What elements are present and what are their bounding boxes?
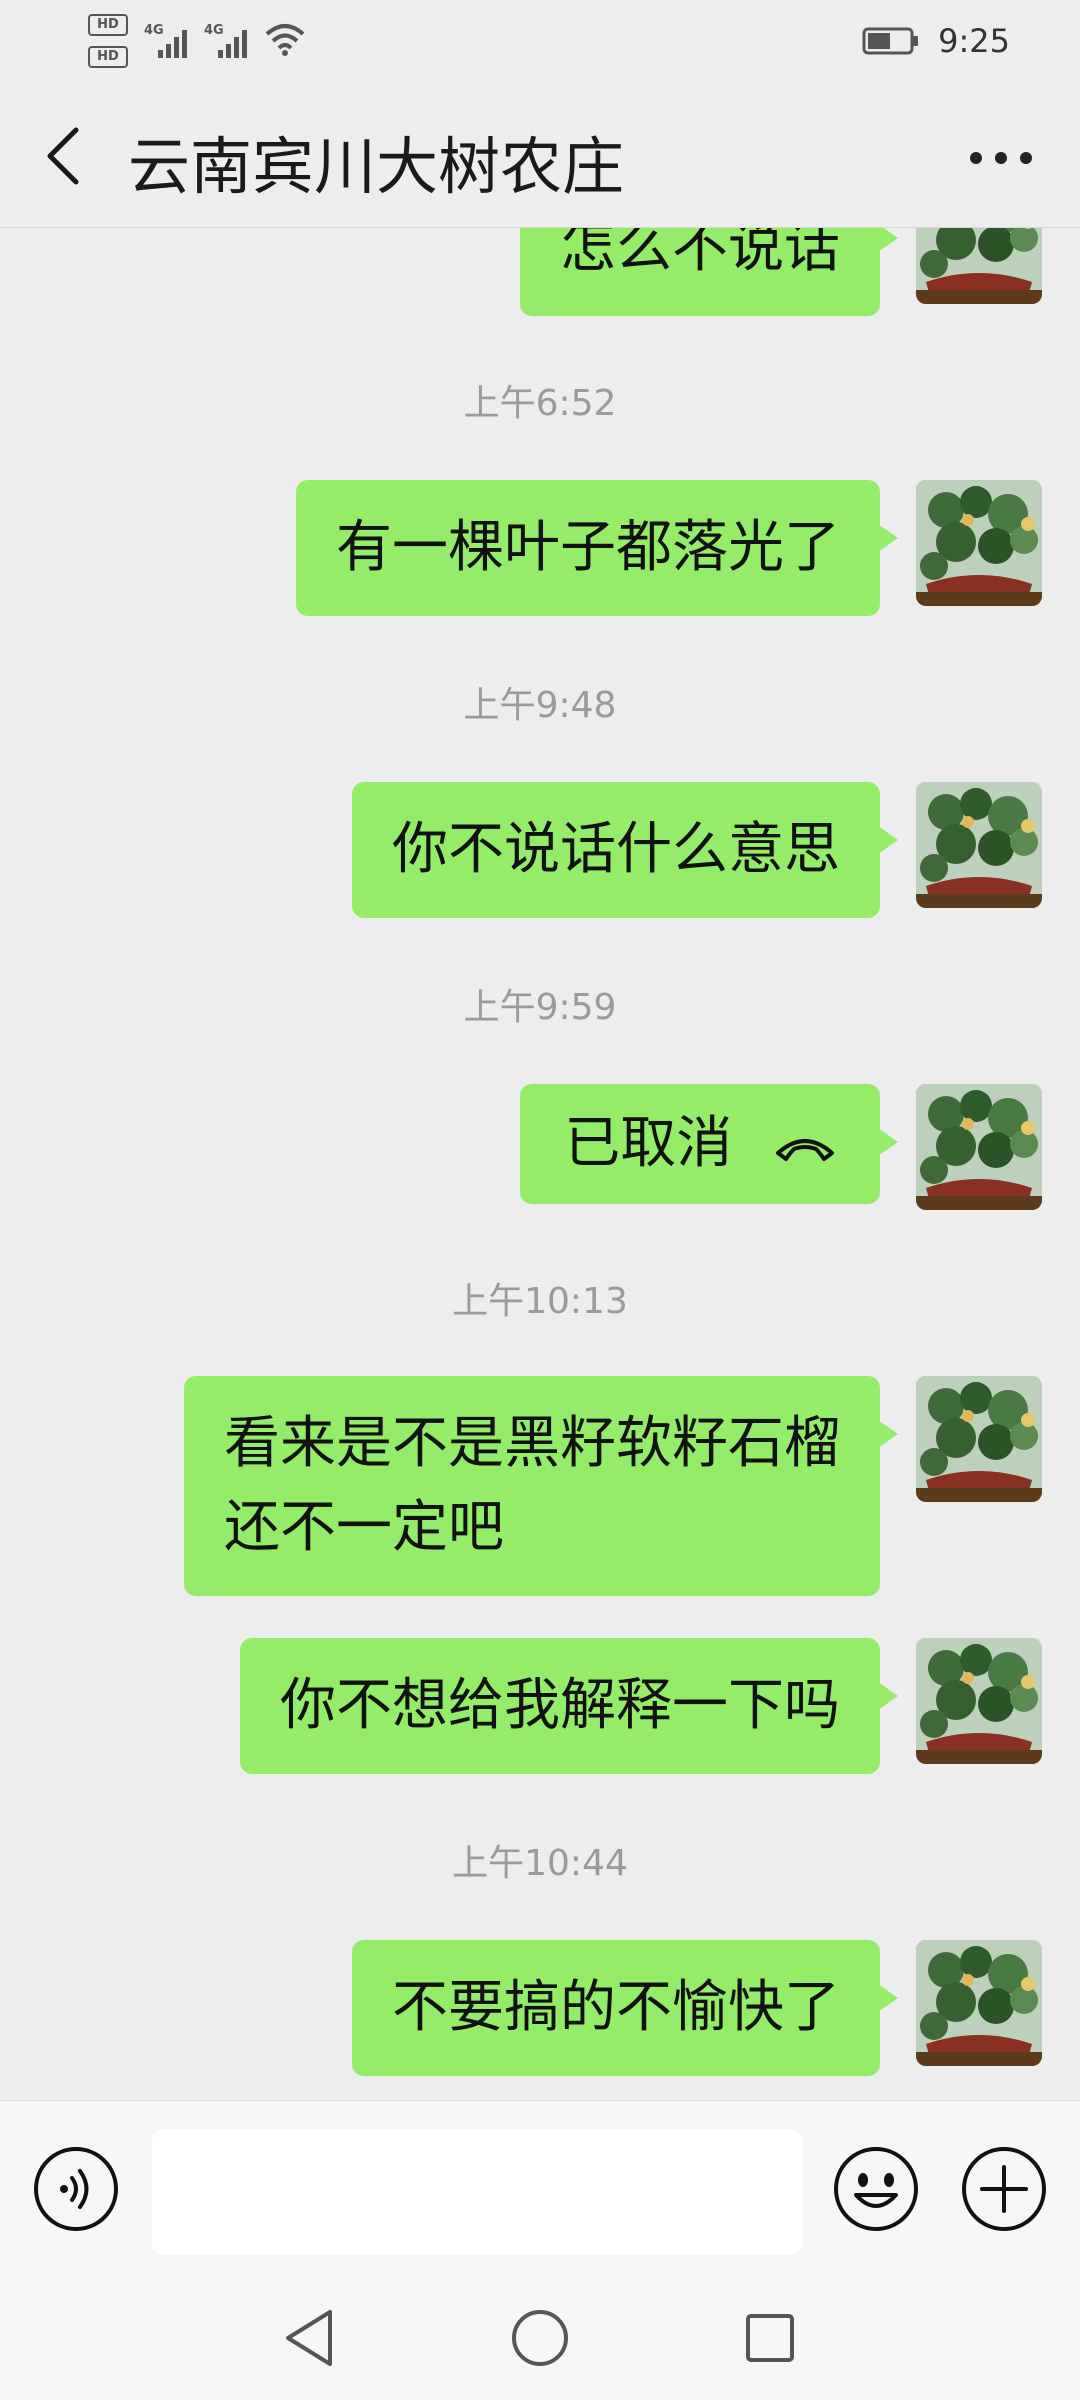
- message-text: 有一棵叶子都落光了: [336, 515, 840, 580]
- nav-back-icon[interactable]: [280, 2306, 340, 2370]
- sim2-net-label: 4G: [204, 23, 224, 38]
- message-bubble[interactable]: 你不说话什么意思: [352, 782, 898, 918]
- more-dots-icon: [1020, 152, 1032, 164]
- app-root: HD HD 4G 4G 9:25 云南宾川大树农庄 怎么不说话 上午6:52 有…: [0, 0, 1080, 2400]
- chat-header: 云南宾川大树农庄: [0, 78, 1080, 228]
- chat-messages[interactable]: 怎么不说话 上午6:52 有一棵叶子都落光了 上午9:48 你不说话什么意思 上…: [0, 228, 1080, 2100]
- chat-title: 云南宾川大树农庄: [128, 130, 625, 203]
- timestamp: 上午9:48: [463, 685, 617, 726]
- avatar-image: [916, 228, 1042, 304]
- timestamp: 上午10:13: [452, 1281, 628, 1322]
- avatar-image: [916, 1084, 1042, 1210]
- emoji-icon: [834, 2147, 918, 2231]
- call-bubble[interactable]: 已取消: [520, 1084, 898, 1204]
- voice-icon: [34, 2147, 118, 2231]
- plus-icon: [962, 2147, 1046, 2231]
- signal-icon: 4G: [204, 23, 247, 58]
- timestamp: 上午9:59: [463, 987, 617, 1028]
- avatar[interactable]: [916, 1376, 1042, 1502]
- status-time: 9:25: [938, 22, 1010, 60]
- message-text: 看来是不是黑籽软籽石榴 还不一定吧: [224, 1411, 840, 1560]
- more-dots-icon: [970, 152, 982, 164]
- wifi-icon: [265, 24, 305, 56]
- sim1-net-label: 4G: [144, 23, 164, 38]
- hd-badge-1: HD: [88, 14, 128, 36]
- avatar-image: [916, 1940, 1042, 2066]
- message-text: 你不说话什么意思: [392, 817, 840, 882]
- message-text: 怎么不说话: [560, 228, 840, 280]
- emoji-button[interactable]: [832, 2145, 920, 2237]
- avatar[interactable]: [916, 228, 1042, 304]
- chevron-left-icon: [47, 127, 79, 185]
- back-button[interactable]: [36, 124, 92, 188]
- hd-badge-2: HD: [88, 46, 128, 68]
- more-functions-button[interactable]: [960, 2145, 1048, 2237]
- avatar-image: [916, 1638, 1042, 1764]
- message-bubble[interactable]: 不要搞的不愉快了: [352, 1940, 898, 2076]
- avatar[interactable]: [916, 1940, 1042, 2066]
- nav-recent-apps-icon[interactable]: [740, 2308, 800, 2368]
- message-text: 不要搞的不愉快了: [392, 1975, 840, 2040]
- avatar[interactable]: [916, 782, 1042, 908]
- nav-home-icon[interactable]: [508, 2306, 572, 2370]
- avatar-image: [916, 480, 1042, 606]
- call-status-text: 已取消: [564, 1111, 733, 1176]
- more-options-button[interactable]: [966, 142, 1036, 172]
- message-bubble[interactable]: 怎么不说话: [520, 228, 898, 316]
- input-bar: [0, 2100, 1080, 2280]
- timestamp: 上午6:52: [463, 383, 617, 424]
- message-input[interactable]: [152, 2129, 802, 2255]
- status-bar: HD HD 4G 4G 9:25: [0, 0, 1080, 78]
- more-dots-icon: [995, 152, 1007, 164]
- avatar[interactable]: [916, 480, 1042, 606]
- message-bubble[interactable]: 有一棵叶子都落光了: [296, 480, 898, 616]
- avatar-image: [916, 1376, 1042, 1502]
- message-bubble[interactable]: 你不想给我解释一下吗: [240, 1638, 898, 1774]
- battery-icon: [862, 27, 918, 55]
- message-text: 你不想给我解释一下吗: [280, 1673, 840, 1738]
- system-nav-bar: [0, 2280, 1080, 2400]
- avatar[interactable]: [916, 1084, 1042, 1210]
- avatar-image: [916, 782, 1042, 908]
- voice-button[interactable]: [32, 2145, 120, 2237]
- hangup-phone-icon: [776, 1139, 834, 1161]
- timestamp: 上午10:44: [452, 1843, 628, 1884]
- avatar[interactable]: [916, 1638, 1042, 1764]
- message-bubble[interactable]: 看来是不是黑籽软籽石榴 还不一定吧: [184, 1376, 898, 1596]
- signal-icon: 4G: [144, 23, 187, 58]
